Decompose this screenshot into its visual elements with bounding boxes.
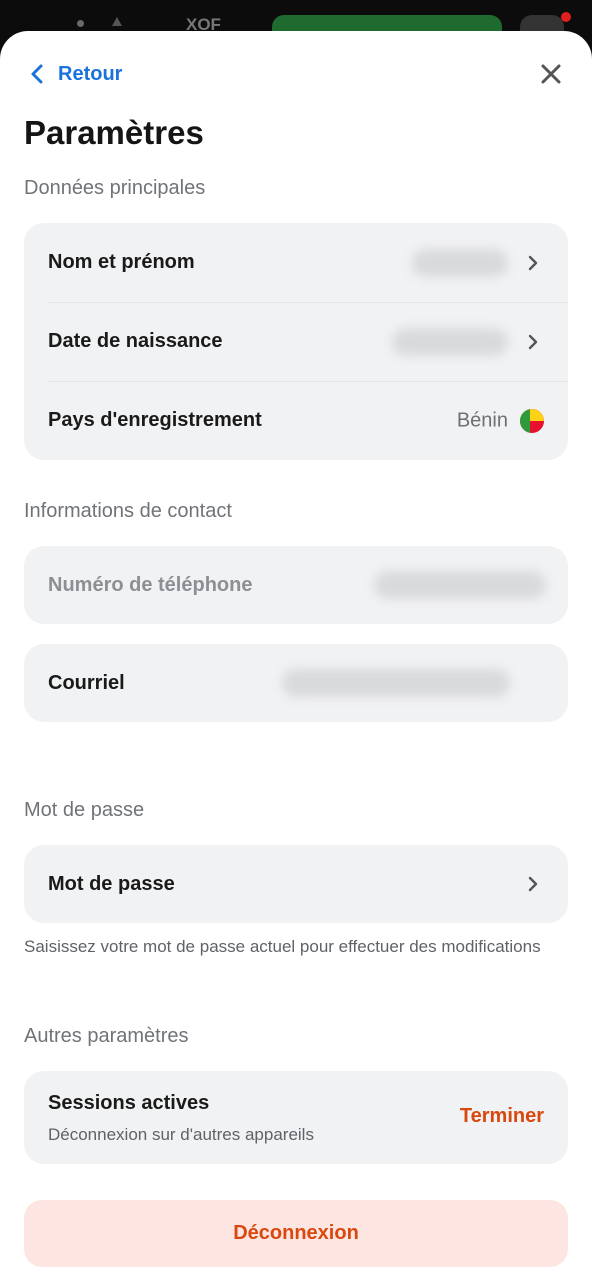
logout-button[interactable]: Déconnexion [24, 1200, 568, 1267]
section-label-main-data: Données principales [24, 177, 206, 199]
email-card: Courriel [24, 644, 568, 722]
back-label: Retour [58, 62, 123, 85]
benin-flag-icon [520, 408, 544, 433]
section-label-contact: Informations de contact [24, 500, 232, 522]
row-full-name[interactable]: Nom et prénom [24, 223, 568, 302]
row-birth-date[interactable]: Date de naissance [24, 302, 568, 381]
section-label-other: Autres paramètres [24, 1025, 189, 1047]
row-registration-country: Pays d'enregistrement Bénin [24, 381, 568, 460]
hidden-value [282, 669, 510, 697]
status-dot-icon [77, 20, 84, 27]
hidden-value [392, 328, 508, 356]
row-label: Date de naissance [48, 330, 223, 352]
close-icon[interactable] [538, 61, 564, 87]
main-data-card: Nom et prénom Date de naissance Pays d'e… [24, 223, 568, 460]
chevron-right-icon [528, 876, 538, 892]
notification-badge [561, 12, 571, 22]
sessions-subtitle: Déconnexion sur d'autres appareils [48, 1125, 314, 1144]
hidden-value [412, 249, 508, 277]
row-label: Numéro de téléphone [48, 573, 253, 596]
sessions-card: Sessions actives Déconnexion sur d'autre… [24, 1071, 568, 1164]
row-label: Pays d'enregistrement [48, 409, 262, 431]
chevron-right-icon [528, 334, 538, 349]
section-label-password: Mot de passe [24, 799, 145, 821]
row-label: Mot de passe [48, 872, 175, 895]
row-label: Nom et prénom [48, 251, 195, 273]
row-phone: Numéro de téléphone [24, 546, 568, 624]
row-email[interactable]: Courriel [24, 644, 568, 722]
page-title: Paramètres [24, 114, 204, 151]
hidden-value [374, 571, 546, 599]
back-button[interactable]: Retour [30, 61, 122, 87]
phone-card: Numéro de téléphone [24, 546, 568, 624]
password-card: Mot de passe [24, 845, 568, 923]
status-arrow-icon [112, 17, 122, 26]
terminate-sessions-button[interactable]: Terminer [460, 1105, 544, 1128]
password-hint: Saisissez votre mot de passe actuel pour… [24, 937, 541, 956]
row-label: Courriel [48, 671, 125, 694]
chevron-right-icon [528, 255, 538, 270]
row-password[interactable]: Mot de passe [24, 845, 568, 923]
chevron-left-icon [31, 64, 43, 84]
sessions-title: Sessions actives [48, 1092, 210, 1114]
country-value: Bénin [456, 409, 508, 431]
